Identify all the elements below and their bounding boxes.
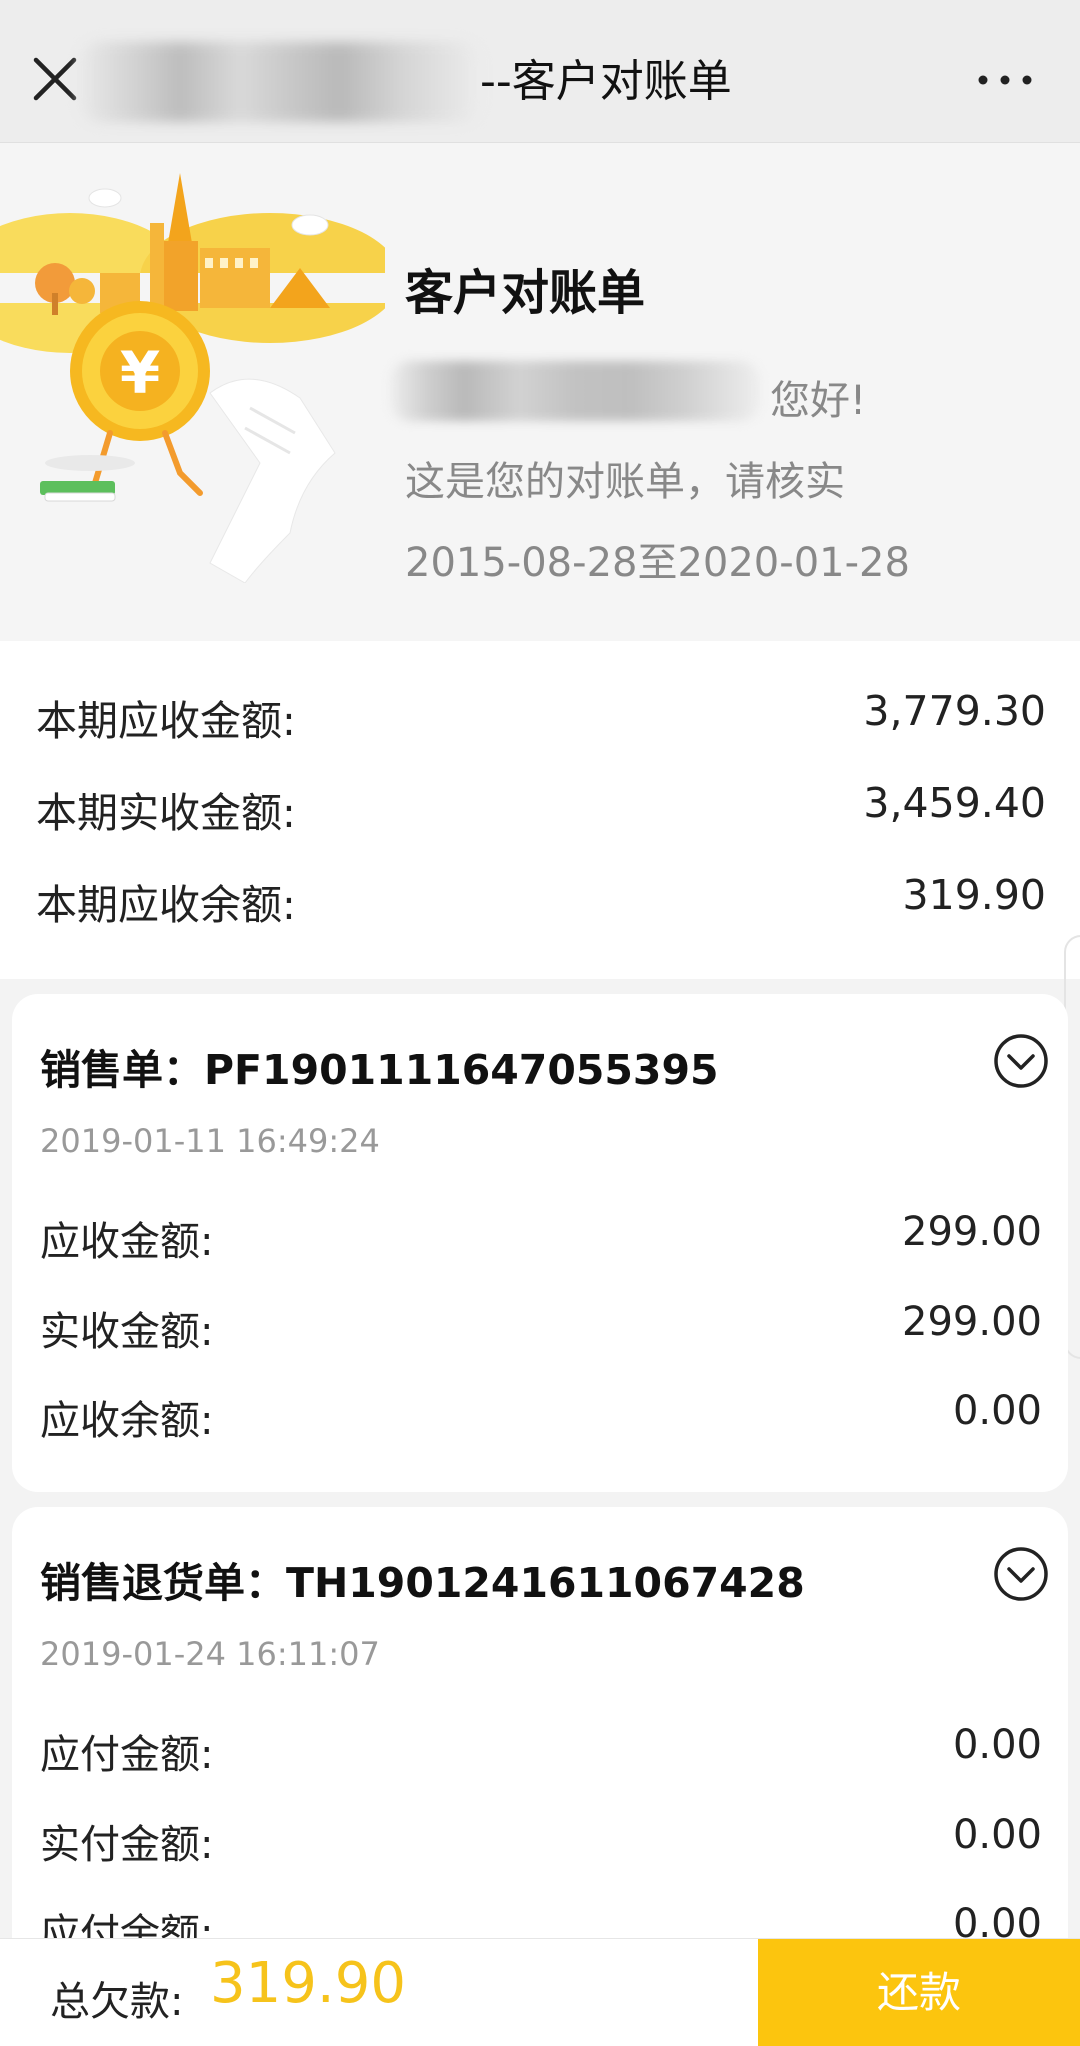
summary-value: 3,779.30 xyxy=(863,687,1046,735)
status-bar xyxy=(0,0,1080,12)
svg-text:¥: ¥ xyxy=(120,339,160,407)
order-row-value: 0.00 xyxy=(952,1812,1042,1858)
bottom-action-bar: 总欠款: 319.90 还款 xyxy=(0,1938,1080,2046)
sales-return-card[interactable]: 销售退货单：TH1901241611067428 2019-01-24 16:1… xyxy=(12,1507,1068,1987)
date-range: 2015-08-28至2020-01-28 xyxy=(405,540,910,586)
statement-subtitle: 这是您的对账单，请核实 xyxy=(405,459,845,505)
order-row-label: 应付金额: xyxy=(40,1732,214,1778)
total-debt-label: 总欠款: xyxy=(50,1979,184,2025)
summary-label: 本期实收金额: xyxy=(36,789,296,837)
total-debt-value: 319.90 xyxy=(210,1951,406,2016)
statement-title: 客户对账单 xyxy=(405,265,646,321)
summary-label: 本期应收余额: xyxy=(36,881,296,929)
sales-order-card[interactable]: 销售单：PF1901111647055395 2019-01-11 16:49:… xyxy=(12,994,1068,1492)
nav-bar: --客户对账单 xyxy=(0,12,1080,143)
redacted-customer-name xyxy=(390,361,760,421)
order-title: 销售退货单：TH1901241611067428 xyxy=(40,1559,805,1607)
repay-button[interactable]: 还款 xyxy=(758,1939,1080,2046)
redacted-shop-name xyxy=(80,42,480,122)
order-title: 销售单：PF1901111647055395 xyxy=(40,1046,719,1094)
summary-row-received: 本期实收金额: 3,459.40 xyxy=(36,779,1046,839)
summary-value: 319.90 xyxy=(902,871,1046,919)
order-row-label: 应收余额: xyxy=(40,1398,214,1444)
close-icon[interactable] xyxy=(30,54,80,104)
period-summary: 本期应收金额: 3,779.30 本期实收金额: 3,459.40 本期应收余额… xyxy=(0,641,1080,979)
order-row-label: 应收金额: xyxy=(40,1219,214,1265)
statement-header: ¥ 客户对账单 您好! 这是您的对账单，请核实 2015-08-28至2020-… xyxy=(0,143,1080,641)
chevron-down-icon[interactable] xyxy=(992,1032,1050,1090)
more-horizontal-icon[interactable] xyxy=(975,70,1035,90)
order-row-label: 实收金额: xyxy=(40,1309,214,1355)
coin-city-illustration: ¥ xyxy=(0,173,385,583)
summary-value: 3,459.40 xyxy=(863,779,1046,827)
summary-row-balance: 本期应收余额: 319.90 xyxy=(36,871,1046,931)
order-row-value: 0.00 xyxy=(952,1722,1042,1768)
page-title: --客户对账单 xyxy=(480,56,732,107)
order-time: 2019-01-24 16:11:07 xyxy=(40,1635,380,1673)
summary-row-receivable: 本期应收金额: 3,779.30 xyxy=(36,687,1046,747)
chevron-down-icon[interactable] xyxy=(992,1545,1050,1603)
summary-label: 本期应收金额: xyxy=(36,697,296,745)
order-row-value: 299.00 xyxy=(902,1299,1042,1345)
order-row-label: 实付金额: xyxy=(40,1822,214,1868)
order-time: 2019-01-11 16:49:24 xyxy=(40,1122,380,1160)
order-row-value: 0.00 xyxy=(952,1388,1042,1434)
order-row-value: 299.00 xyxy=(902,1209,1042,1255)
greeting-text: 您好! xyxy=(770,378,867,424)
